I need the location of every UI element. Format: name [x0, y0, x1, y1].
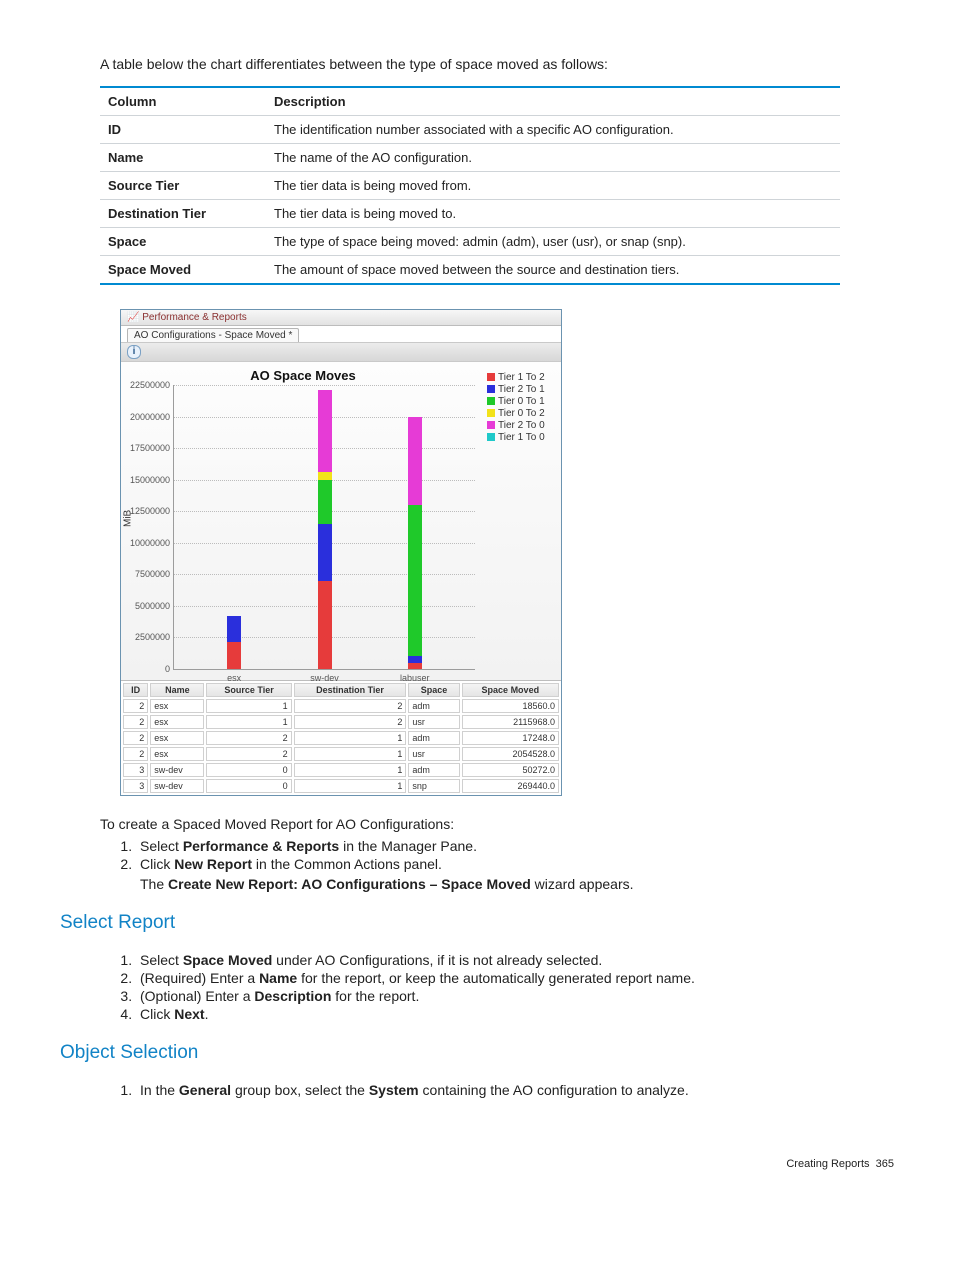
col-header-description: Description	[266, 87, 840, 116]
list-item: Click Next.	[136, 1006, 894, 1022]
steps-list-3: In the General group box, select the Sys…	[118, 1082, 894, 1098]
legend-item: Tier 1 To 0	[487, 432, 557, 443]
chart-legend: Tier 1 To 2Tier 2 To 1Tier 0 To 1Tier 0 …	[481, 368, 557, 670]
chart-title: AO Space Moves	[125, 368, 481, 383]
table-cell: The amount of space moved between the so…	[266, 256, 840, 285]
table-cell: The tier data is being moved from.	[266, 172, 840, 200]
list-item: Select Performance & Reports in the Mana…	[136, 838, 894, 854]
table-cell: Source Tier	[100, 172, 266, 200]
chart-bar	[408, 417, 422, 669]
steps-list-1: Select Performance & Reports in the Mana…	[118, 838, 894, 892]
table-cell: Destination Tier	[100, 200, 266, 228]
page-footer: Creating Reports 365	[60, 1158, 894, 1170]
legend-item: Tier 2 To 1	[487, 384, 557, 395]
list-item: (Required) Enter a Name for the report, …	[136, 970, 894, 986]
list-item: (Optional) Enter a Description for the r…	[136, 988, 894, 1004]
table-cell: The name of the AO configuration.	[266, 144, 840, 172]
list-item: Click New Report in the Common Actions p…	[136, 856, 894, 892]
chart-bar	[227, 616, 241, 669]
heading-select-report: Select Report	[60, 912, 894, 934]
table-cell: ID	[100, 116, 266, 144]
screenshot-panel: 📈 Performance & Reports AO Configuration…	[120, 309, 562, 796]
legend-item: Tier 0 To 1	[487, 396, 557, 407]
heading-object-selection: Object Selection	[60, 1042, 894, 1064]
col-header-column: Column	[100, 87, 266, 116]
screenshot-title: 📈 Performance & Reports	[121, 310, 561, 326]
legend-item: Tier 2 To 0	[487, 420, 557, 431]
table-cell: Space	[100, 228, 266, 256]
table-cell: The tier data is being moved to.	[266, 200, 840, 228]
chart-plot: MiB 025000005000000750000010000000125000…	[173, 385, 475, 670]
steps-list-2: Select Space Moved under AO Configuratio…	[118, 952, 894, 1022]
legend-item: Tier 1 To 2	[487, 372, 557, 383]
table-cell: Name	[100, 144, 266, 172]
steps-intro: To create a Spaced Moved Report for AO C…	[100, 816, 894, 832]
screenshot-data-table: IDNameSource TierDestination TierSpaceSp…	[121, 680, 561, 795]
screenshot-tab: AO Configurations - Space Moved *	[127, 328, 299, 342]
table-cell: Space Moved	[100, 256, 266, 285]
screenshot-toolbar: i	[121, 342, 561, 362]
screenshot-title-text: Performance & Reports	[142, 312, 247, 323]
table-cell: The identification number associated wit…	[266, 116, 840, 144]
info-icon: i	[127, 345, 141, 359]
list-item: Select Space Moved under AO Configuratio…	[136, 952, 894, 968]
intro-text: A table below the chart differentiates b…	[100, 56, 894, 72]
list-item: In the General group box, select the Sys…	[136, 1082, 894, 1098]
table-cell: The type of space being moved: admin (ad…	[266, 228, 840, 256]
chart-bar	[318, 390, 332, 669]
column-description-table: Column Description IDThe identification …	[100, 86, 840, 285]
legend-item: Tier 0 To 2	[487, 408, 557, 419]
